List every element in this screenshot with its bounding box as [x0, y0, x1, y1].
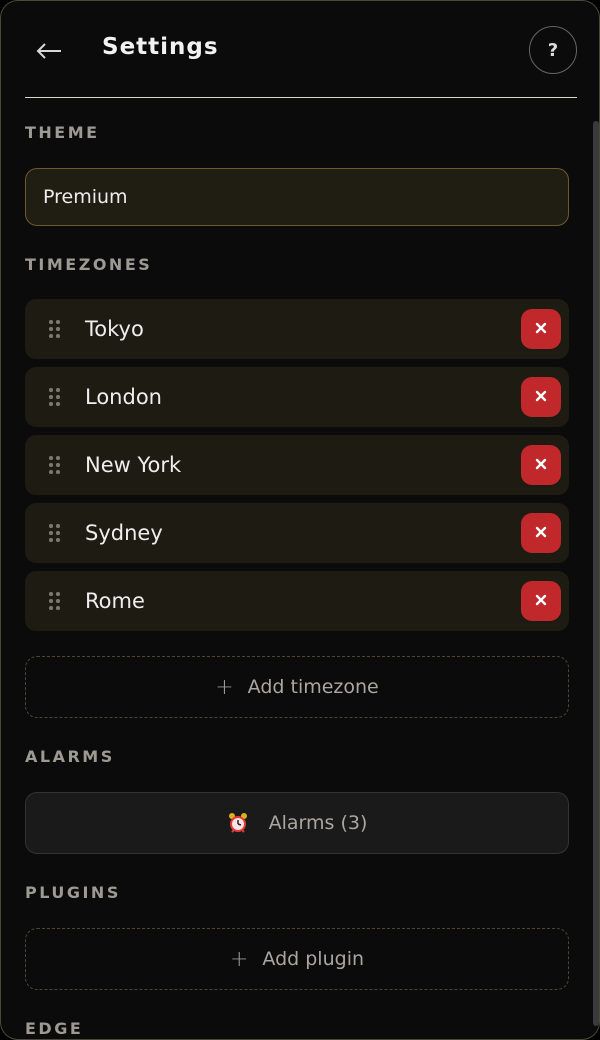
timezone-row[interactable]: London	[25, 367, 569, 427]
add-plugin-label: Add plugin	[262, 948, 365, 970]
remove-timezone-button[interactable]	[521, 377, 561, 417]
remove-timezone-button[interactable]	[521, 309, 561, 349]
theme-field[interactable]: Premium	[25, 168, 569, 226]
alarms-button[interactable]: Alarms (3)	[25, 792, 569, 854]
close-icon	[534, 592, 548, 611]
help-button[interactable]: ?	[529, 26, 577, 74]
plus-icon: +	[215, 674, 234, 700]
settings-panel: Settings ? THEME Premium TIMEZONES Tokyo…	[0, 0, 600, 1040]
header: Settings ?	[25, 1, 577, 98]
alarm-clock-icon	[227, 812, 249, 834]
timezone-label: London	[85, 385, 162, 409]
timezone-label: Sydney	[85, 521, 163, 545]
add-timezone-label: Add timezone	[247, 676, 379, 698]
timezone-list: Tokyo London New York Sydney Rome	[25, 299, 569, 639]
alarms-section-label: ALARMS	[25, 747, 115, 766]
theme-value: Premium	[43, 186, 128, 208]
timezone-label: New York	[85, 453, 182, 477]
drag-handle-icon[interactable]	[49, 524, 61, 542]
alarms-button-label: Alarms (3)	[268, 812, 368, 834]
timezone-row[interactable]: New York	[25, 435, 569, 495]
close-icon	[534, 456, 548, 475]
theme-section-label: THEME	[25, 123, 100, 142]
timezone-label: Tokyo	[85, 317, 144, 341]
remove-timezone-button[interactable]	[521, 513, 561, 553]
add-plugin-button[interactable]: + Add plugin	[25, 928, 569, 990]
plugins-section-label: PLUGINS	[25, 883, 121, 902]
close-icon	[534, 388, 548, 407]
timezone-row[interactable]: Rome	[25, 571, 569, 631]
back-button[interactable]	[35, 31, 67, 71]
scrollbar[interactable]	[593, 121, 599, 1026]
remove-timezone-button[interactable]	[521, 445, 561, 485]
plus-icon: +	[229, 946, 249, 972]
drag-handle-icon[interactable]	[49, 456, 61, 474]
remove-timezone-button[interactable]	[521, 581, 561, 621]
drag-handle-icon[interactable]	[49, 320, 61, 338]
arrow-left-icon	[35, 41, 67, 61]
close-icon	[534, 524, 548, 543]
drag-handle-icon[interactable]	[49, 388, 61, 406]
timezone-row[interactable]: Tokyo	[25, 299, 569, 359]
page-title: Settings	[102, 34, 219, 60]
edge-section-label: EDGE	[25, 1019, 84, 1038]
timezones-section-label: TIMEZONES	[25, 255, 153, 274]
close-icon	[534, 320, 548, 339]
timezone-label: Rome	[85, 589, 145, 613]
drag-handle-icon[interactable]	[49, 592, 61, 610]
help-icon: ?	[547, 39, 559, 61]
add-timezone-button[interactable]: + Add timezone	[25, 656, 569, 718]
timezone-row[interactable]: Sydney	[25, 503, 569, 563]
